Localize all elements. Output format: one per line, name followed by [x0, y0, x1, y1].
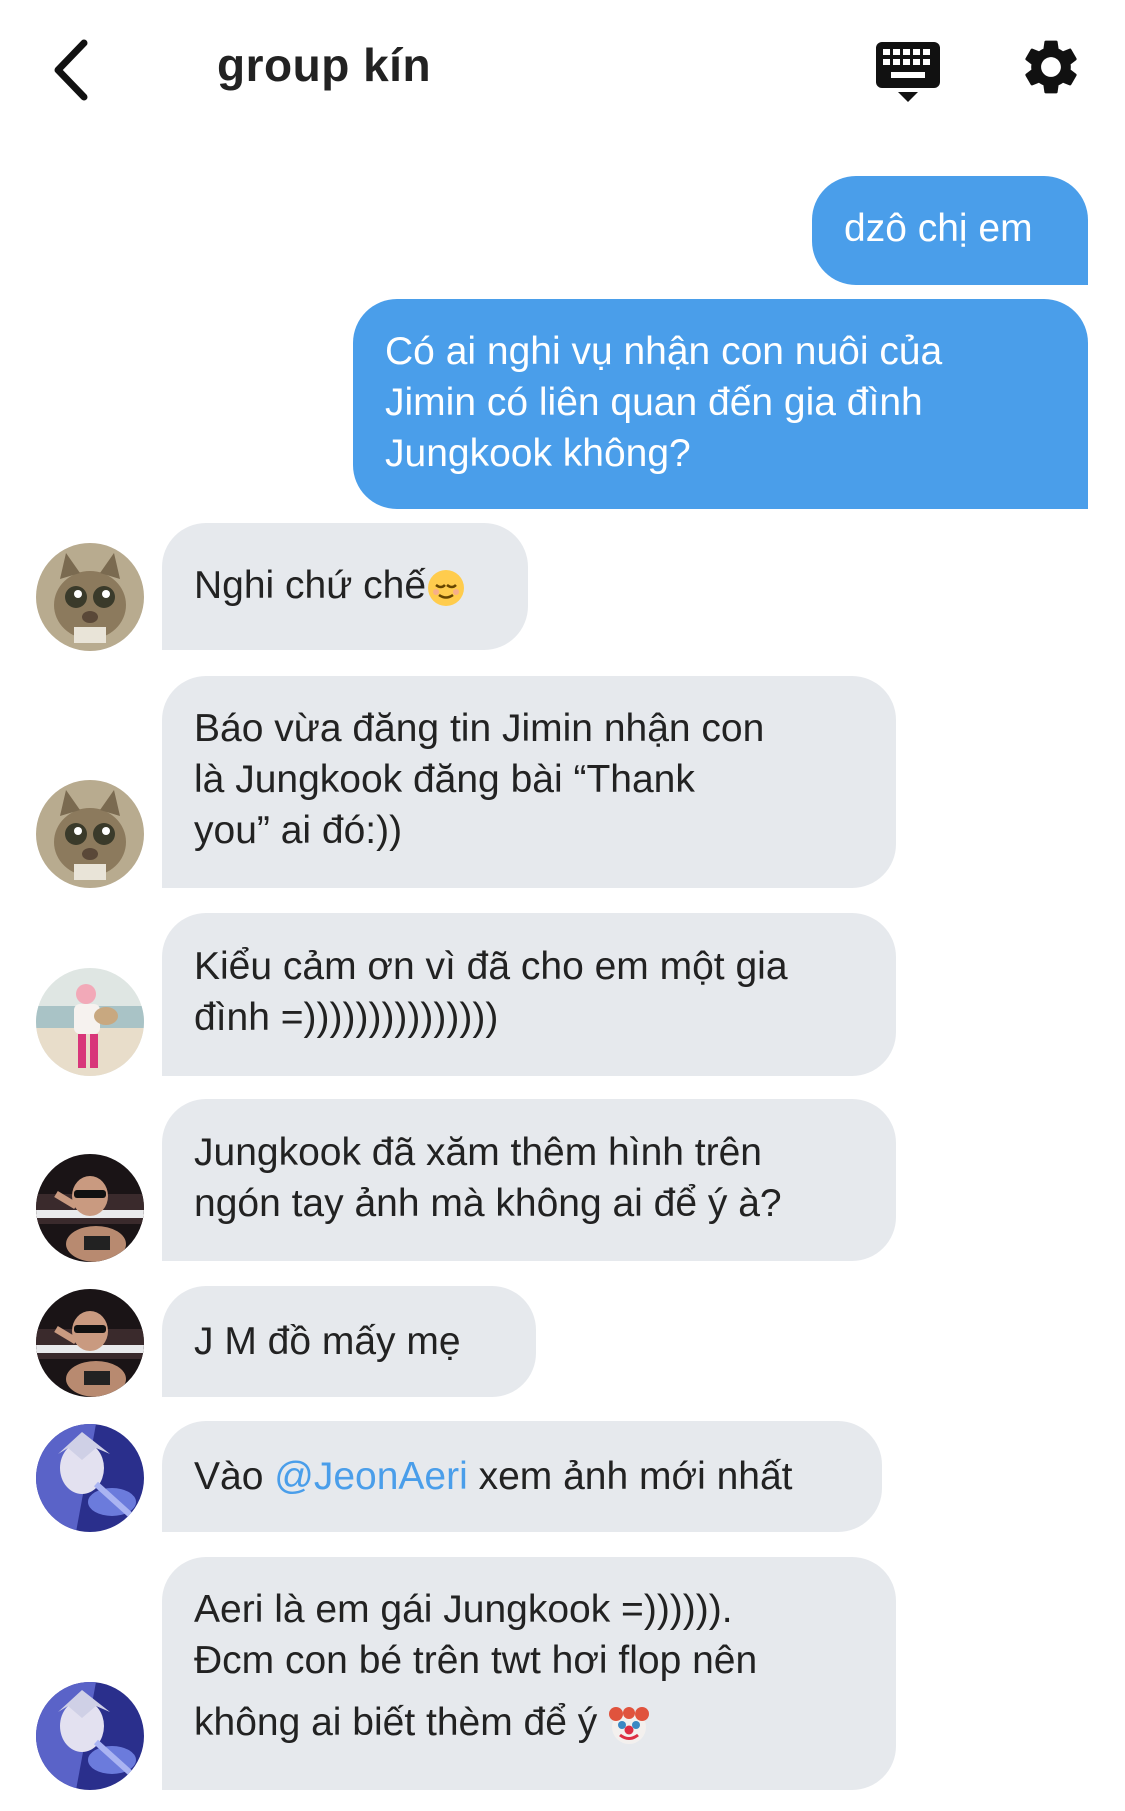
conversation-title: group kín	[217, 39, 432, 91]
message-line: đình =)))))))))))))))	[194, 996, 499, 1039]
back-button[interactable]	[40, 35, 100, 105]
incoming-message[interactable]: Vào @JeonAeri xem ảnh mới nhất	[162, 1421, 882, 1532]
message-text-prefix: Vào	[194, 1455, 275, 1498]
message-text: J M đồ mấy mẹ	[194, 1320, 461, 1363]
person-beach-avatar[interactable]	[36, 968, 144, 1076]
message-text-suffix: xem ảnh mới nhất	[467, 1455, 793, 1498]
message-line: Đcm con bé trên twt hơi flop nên	[194, 1639, 758, 1682]
cat-avatar[interactable]	[36, 780, 144, 888]
message-line: you” ai đó:))	[194, 809, 403, 852]
incoming-message[interactable]: Kiểu cảm ơn vì đã cho em một gia đình =)…	[162, 913, 896, 1076]
sunglasses-pool-avatar[interactable]	[36, 1289, 144, 1397]
keyboard-button[interactable]	[872, 36, 944, 106]
message-line: ngón tay ảnh mà không ai để ý à?	[194, 1182, 782, 1225]
message-line: Jungkook không?	[385, 432, 691, 475]
incoming-message[interactable]: Aeri là em gái Jungkook =)))))). Đcm con…	[162, 1557, 896, 1790]
keyboard-icon	[876, 42, 940, 102]
message-line: Báo vừa đăng tin Jimin nhận con	[194, 707, 765, 750]
message-text: Nghi chứ chế	[194, 564, 427, 607]
message-line: không ai biết thèm để ý	[194, 1701, 598, 1744]
message-line-with-emoji: không ai biết thèm để ý	[194, 1697, 864, 1748]
incoming-message[interactable]: Nghi chứ chế	[162, 523, 528, 650]
message-line: là Jungkook đăng bài “Thank	[194, 758, 695, 801]
anime-blue-avatar[interactable]	[36, 1682, 144, 1790]
settings-button[interactable]	[1018, 34, 1084, 100]
clown-face-emoji	[609, 1706, 650, 1744]
message-line: Kiểu cảm ơn vì đã cho em một gia	[194, 945, 788, 988]
user-mention-link[interactable]: @JeonAeri	[274, 1455, 468, 1498]
incoming-message[interactable]: Báo vừa đăng tin Jimin nhận con là Jungk…	[162, 676, 896, 888]
message-line: Jimin có liên quan đến gia đình	[385, 381, 923, 424]
relieved-face-emoji	[428, 569, 465, 606]
outgoing-message[interactable]: Có ai nghi vụ nhận con nuôi của Jimin có…	[353, 299, 1088, 509]
chevron-left-icon	[54, 39, 88, 101]
incoming-message[interactable]: J M đồ mấy mẹ	[162, 1286, 536, 1397]
anime-blue-avatar[interactable]	[36, 1424, 144, 1532]
incoming-message[interactable]: Jungkook đã xăm thêm hình trên ngón tay …	[162, 1099, 896, 1261]
message-line: Jungkook đã xăm thêm hình trên	[194, 1131, 762, 1174]
gear-icon	[1025, 40, 1077, 94]
outgoing-message[interactable]: dzô chị em	[812, 176, 1088, 285]
message-line: Có ai nghi vụ nhận con nuôi của	[385, 330, 943, 373]
message-line: Aeri là em gái Jungkook =)))))).	[194, 1588, 733, 1631]
cat-avatar[interactable]	[36, 543, 144, 651]
message-text: dzô chị em	[844, 207, 1033, 250]
chat-header: group kín	[0, 0, 1125, 140]
sunglasses-pool-avatar[interactable]	[36, 1154, 144, 1262]
